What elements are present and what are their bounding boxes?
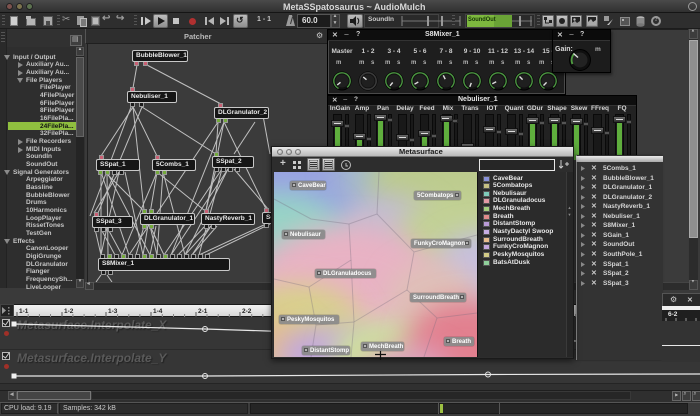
svg-text:1-3: 1-3: [108, 308, 118, 315]
svg-text:1-2: 1-2: [64, 308, 74, 315]
svg-text:1-1: 1-1: [19, 308, 29, 315]
svg-text:2-2: 2-2: [242, 308, 252, 315]
svg-text:1-4: 1-4: [153, 308, 163, 315]
svg-text:2-1: 2-1: [198, 308, 208, 315]
